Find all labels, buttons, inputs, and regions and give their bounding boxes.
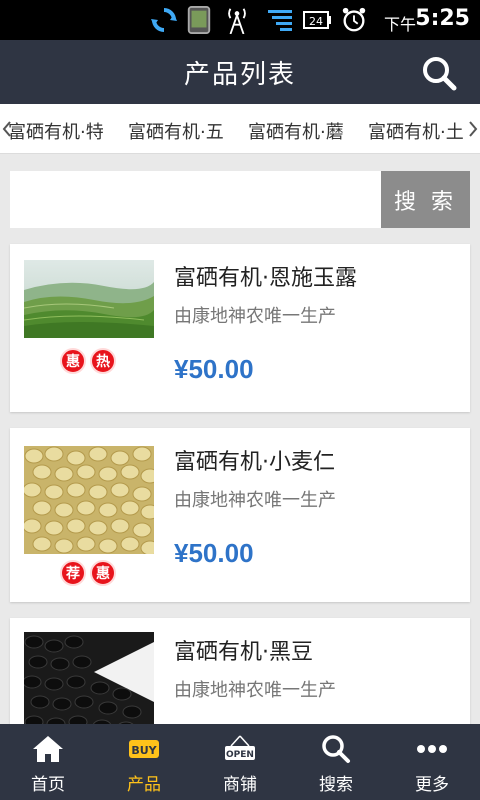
status-time: 5:25 <box>415 6 470 31</box>
product-card[interactable]: 荐 惠 富硒有机·小麦仁 由康地神农唯一生产 ¥50.00 <box>10 428 470 602</box>
nav-item-home[interactable]: 首页 <box>0 724 96 800</box>
status-ampm: 下午 <box>383 15 416 34</box>
nav-label: 产品 <box>127 775 161 795</box>
badge-discount: 惠 <box>90 560 116 586</box>
search-bar: 搜 索 <box>10 171 470 228</box>
product-origin: 由康地神农唯一生产 <box>174 680 336 701</box>
bottom-nav: 首页 BUY 产品 OPEN 商铺 搜索 更多 <box>0 724 480 800</box>
nav-label: 首页 <box>31 775 65 795</box>
svg-text:OPEN: OPEN <box>226 750 254 760</box>
more-icon <box>417 745 447 753</box>
search-icon <box>322 735 350 763</box>
alarm-icon <box>342 7 366 32</box>
product-origin: 由康地神农唯一生产 <box>174 490 336 511</box>
black-beans-image <box>24 632 154 732</box>
category-strip: 富硒有机·特 富硒有机·五 富硒有机·蘑 富硒有机·土 <box>0 104 480 154</box>
wheat-kernels-image <box>24 446 154 554</box>
buy-icon: BUY <box>129 740 159 758</box>
svg-text:24: 24 <box>309 15 323 28</box>
open-sign-icon: OPEN <box>225 735 255 760</box>
product-price: ¥50.00 <box>174 538 254 568</box>
product-badges: 惠 热 <box>60 348 116 374</box>
nav-item-shops[interactable]: OPEN 商铺 <box>192 724 288 800</box>
product-origin: 由康地神农唯一生产 <box>174 306 336 327</box>
product-card[interactable]: 惠 热 富硒有机·恩施玉露 由康地神农唯一生产 ¥50.00 <box>10 244 470 412</box>
product-price: ¥50.00 <box>174 354 254 384</box>
product-badges: 荐 惠 <box>60 560 116 586</box>
category-item[interactable]: 富硒有机·五 <box>128 118 224 144</box>
nav-label: 商铺 <box>223 775 257 795</box>
badge-recommended: 荐 <box>60 560 86 586</box>
nav-label: 更多 <box>415 775 449 795</box>
app-header: 产品列表 <box>0 40 480 104</box>
product-name[interactable]: 富硒有机·小麦仁 <box>174 444 335 476</box>
product-name[interactable]: 富硒有机·黑豆 <box>174 634 313 666</box>
page-title: 产品列表 <box>183 60 296 90</box>
header-search-icon[interactable] <box>420 54 458 92</box>
category-item[interactable]: 富硒有机·特 <box>8 118 104 144</box>
home-icon <box>33 736 63 762</box>
scroll-right-icon[interactable] <box>468 120 478 138</box>
product-card[interactable]: 富硒有机·黑豆 由康地神农唯一生产 <box>10 618 470 738</box>
nav-item-more[interactable]: 更多 <box>384 724 480 800</box>
phone-icon <box>187 6 211 34</box>
product-thumbnail-tea-field[interactable] <box>24 260 154 338</box>
nav-item-search[interactable]: 搜索 <box>288 724 384 800</box>
battery-icon: 24 <box>303 11 331 29</box>
scroll-left-icon[interactable] <box>2 120 12 138</box>
sync-icon <box>151 8 177 32</box>
category-item[interactable]: 富硒有机·蘑 <box>248 118 344 144</box>
svg-text:BUY: BUY <box>131 744 157 757</box>
nav-label: 搜索 <box>319 775 353 795</box>
search-input[interactable] <box>10 171 381 228</box>
category-item[interactable]: 富硒有机·土 <box>368 118 464 144</box>
status-bar: 24 下午 5:25 <box>0 0 480 40</box>
badge-hot: 热 <box>90 348 116 374</box>
nav-item-products[interactable]: BUY 产品 <box>96 724 192 800</box>
badge-discount: 惠 <box>60 348 86 374</box>
product-thumbnail-wheat-kernels[interactable] <box>24 446 154 554</box>
product-thumbnail-black-beans[interactable] <box>24 632 154 732</box>
wifi-signal-icon <box>268 10 292 31</box>
signal-tower-icon <box>228 8 246 34</box>
search-button[interactable]: 搜 索 <box>381 171 470 228</box>
product-name[interactable]: 富硒有机·恩施玉露 <box>174 260 357 292</box>
